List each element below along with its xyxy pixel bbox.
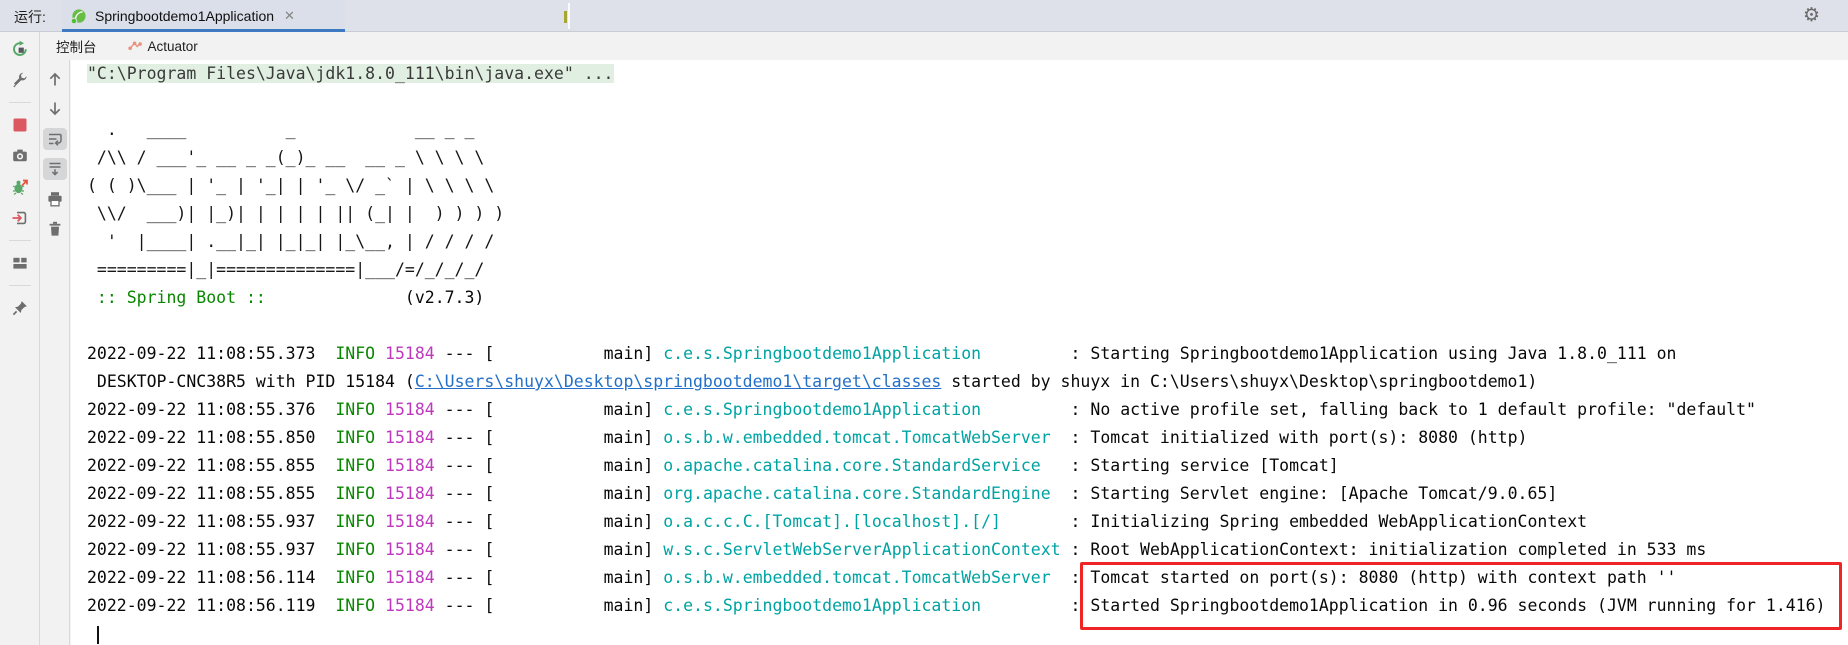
tab-strip-caret (564, 11, 567, 23)
toolbar-divider (8, 285, 31, 286)
run-tool-window-header: 运行: Springbootdemo1Application ✕ ⚙ (0, 0, 1848, 32)
print-icon[interactable] (43, 188, 67, 210)
spring-banner-line: /\\ / ___'_ __ _ _(_)_ __ __ _ \ \ \ \ (87, 148, 485, 167)
command-line: "C:\Program Files\Java\jdk1.8.0_111\bin\… (87, 64, 614, 83)
spring-banner-line: ( ( )\___ | '_ | '_| | '_ \/ _` | \ \ \ … (87, 176, 495, 195)
spring-banner-line: ' |____| .__|_| |_|_| |_\__, | / / / / (87, 232, 495, 251)
cursor-line (87, 620, 1848, 645)
exit-icon[interactable] (8, 207, 32, 229)
tab-console-label: 控制台 (56, 40, 97, 55)
spring-banner-line: \\/ ___)| |_)| | | | | || (_| | ) ) ) ) (87, 204, 505, 223)
spring-boot-leaf-icon (70, 8, 87, 25)
log-line: 2022-09-22 11:08:55.937 INFO 15184 --- [… (87, 512, 1588, 531)
log-line: 2022-09-22 11:08:55.373 INFO 15184 --- [… (87, 344, 1677, 363)
log-line: 2022-09-22 11:08:55.850 INFO 15184 --- [… (87, 428, 1528, 447)
scroll-down-icon[interactable] (43, 98, 67, 120)
tab-console[interactable]: 控制台 (56, 32, 97, 60)
restart-debug-bug-icon[interactable] (8, 176, 32, 198)
tab-actuator[interactable]: Actuator (127, 32, 198, 60)
run-toolbar (0, 32, 40, 645)
spring-banner-line: . ____ _ __ _ _ (87, 120, 475, 139)
layout-settings-icon[interactable] (8, 252, 32, 274)
run-tab-title: Springbootdemo1Application (95, 8, 275, 24)
clear-console-trash-icon[interactable] (43, 218, 67, 240)
console-gutter-toolbar (40, 60, 70, 645)
console-view-tabs: 控制台 Actuator (40, 32, 1848, 60)
file-link[interactable]: C:\Users\shuyx\Desktop\springbootdemo1\t… (415, 372, 942, 391)
rerun-button[interactable] (8, 38, 32, 60)
log-line: 2022-09-22 11:08:55.855 INFO 15184 --- [… (87, 456, 1339, 475)
console-output[interactable]: "C:\Program Files\Java\jdk1.8.0_111\bin\… (71, 60, 1848, 645)
soft-wrap-toggle[interactable] (42, 128, 67, 150)
actuator-graph-icon (127, 38, 143, 54)
toolbar-divider (8, 102, 31, 103)
log-line: 2022-09-22 11:08:56.114 INFO 15184 --- [… (87, 568, 1677, 587)
log-line: 2022-09-22 11:08:55.855 INFO 15184 --- [… (87, 484, 1558, 503)
spring-banner-footer: :: Spring Boot :: (v2.7.3) (87, 288, 485, 307)
pin-icon[interactable] (8, 297, 32, 319)
run-tab-springbootdemo1application[interactable]: Springbootdemo1Application ✕ (62, 0, 345, 32)
thread-dump-camera-icon[interactable] (8, 145, 32, 167)
stop-button[interactable] (8, 114, 32, 136)
log-line: 2022-09-22 11:08:56.119 INFO 15184 --- [… (87, 596, 1826, 615)
tab-actuator-label: Actuator (147, 38, 198, 54)
run-label: 运行: (14, 9, 46, 25)
gear-icon[interactable]: ⚙ (1803, 4, 1820, 26)
close-icon[interactable]: ✕ (284, 8, 295, 24)
spring-banner-line: =========|_|==============|___/=/_/_/_/ (87, 260, 485, 279)
scroll-to-end-toggle[interactable] (42, 158, 67, 180)
log-wrap-line: DESKTOP-CNC38R5 with PID 15184 (C:\Users… (87, 372, 1538, 391)
tab-strip-splitter (568, 3, 570, 29)
log-line: 2022-09-22 11:08:55.937 INFO 15184 --- [… (87, 540, 1707, 559)
console-caret (96, 625, 99, 644)
toolbar-divider (8, 240, 31, 241)
scroll-up-icon[interactable] (43, 68, 67, 90)
log-line: 2022-09-22 11:08:55.376 INFO 15184 --- [… (87, 400, 1756, 419)
wrench-icon[interactable] (8, 69, 32, 91)
console-lines: "C:\Program Files\Java\jdk1.8.0_111\bin\… (71, 60, 1848, 645)
